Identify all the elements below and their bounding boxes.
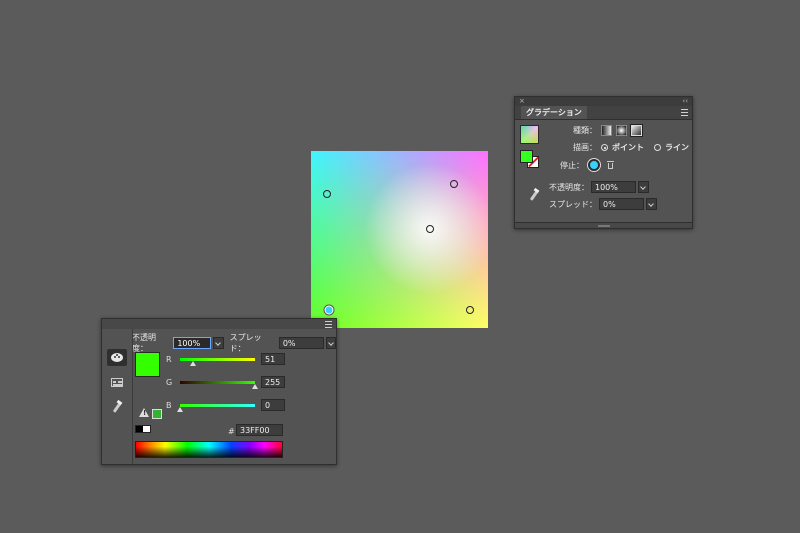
out-of-gamut-warning-icon[interactable] <box>139 408 149 417</box>
panel-menu-icon[interactable] <box>681 109 688 116</box>
opacity-dropdown[interactable] <box>638 181 649 193</box>
b-slider-thumb[interactable] <box>177 407 183 412</box>
collapse-icon[interactable]: ‹‹ <box>682 97 688 106</box>
g-label: G <box>166 378 173 387</box>
opacity-row: 不透明度： 100% <box>549 181 649 193</box>
color-mode-button[interactable] <box>107 349 127 366</box>
draw-point-label[interactable]: ポイント <box>612 142 644 153</box>
g-slider-thumb[interactable] <box>252 384 258 389</box>
spread-label: スプレッド： <box>229 333 262 353</box>
tab-gradient[interactable]: グラデーション <box>521 106 587 119</box>
stop-row: 停止： <box>560 159 614 171</box>
black-white-swatch[interactable] <box>135 425 151 433</box>
palette-icon <box>111 353 123 362</box>
eyedropper-icon <box>111 401 123 413</box>
gradient-canvas[interactable] <box>311 151 488 328</box>
gradient-point[interactable] <box>466 306 474 314</box>
stop-color-swatch[interactable] <box>588 159 600 171</box>
gradient-swatch[interactable] <box>520 125 539 144</box>
close-icon[interactable]: × <box>519 97 525 106</box>
r-input[interactable]: 51 <box>261 353 285 365</box>
draw-row: 描画： ポイント ライン <box>573 142 689 153</box>
draw-line-label[interactable]: ライン <box>665 142 689 153</box>
hex-label: # <box>228 427 235 436</box>
stop-label: 停止： <box>560 160 584 170</box>
chevron-right-icon[interactable] <box>326 337 337 349</box>
r-slider-thumb[interactable] <box>190 361 196 366</box>
gradient-point[interactable] <box>323 190 331 198</box>
eyedropper-icon[interactable] <box>528 189 540 201</box>
b-label: B <box>166 401 172 410</box>
spread-label: スプレッド： <box>549 199 597 209</box>
type-row: 種類： <box>573 124 643 137</box>
chevron-down-icon[interactable] <box>212 337 224 349</box>
current-color-swatch[interactable] <box>135 352 160 377</box>
color-panel: 不透明度： 100% スプレッド： 0% R 51 G 255 B 0 # 33… <box>101 318 337 465</box>
linear-gradient-icon[interactable] <box>601 125 612 136</box>
radial-gradient-icon[interactable] <box>616 125 627 136</box>
swatches-icon <box>111 378 123 387</box>
opacity-label: 不透明度： <box>549 182 589 192</box>
opacity-input[interactable]: 100% <box>173 337 211 349</box>
color-opacity-row: 不透明度： 100% スプレッド： 0% <box>132 332 337 354</box>
panel-tab-row: グラデーション <box>515 106 692 120</box>
color-spectrum-bar[interactable] <box>135 441 283 458</box>
panel-titlebar[interactable] <box>102 319 336 329</box>
r-label: R <box>166 355 172 364</box>
spread-row: スプレッド： 0% <box>549 198 657 210</box>
spread-dropdown[interactable] <box>646 198 657 210</box>
eyedropper-button[interactable] <box>107 398 127 415</box>
spread-input[interactable]: 0% <box>599 198 644 210</box>
panel-menu-icon[interactable] <box>325 321 332 328</box>
gradient-point-selected[interactable] <box>324 305 334 315</box>
panel-titlebar[interactable]: × ‹‹ <box>515 97 692 106</box>
type-label: 種類： <box>573 126 597 135</box>
fill-swatch[interactable] <box>520 150 533 163</box>
freeform-gradient-icon[interactable] <box>630 124 643 137</box>
gradient-point[interactable] <box>426 225 434 233</box>
color-sidebar <box>102 329 133 464</box>
hex-input[interactable]: 33FF00 <box>236 424 283 436</box>
b-slider[interactable] <box>180 404 255 407</box>
panel-resize-bar[interactable] <box>515 222 692 228</box>
opacity-input[interactable]: 100% <box>591 181 636 193</box>
b-input[interactable]: 0 <box>261 399 285 411</box>
trash-icon[interactable] <box>607 161 614 169</box>
radio-lines[interactable] <box>654 144 661 151</box>
gradient-point[interactable] <box>450 180 458 188</box>
swatches-button[interactable] <box>107 374 127 391</box>
spread-input[interactable]: 0% <box>278 337 325 349</box>
gamut-color-swatch[interactable] <box>152 409 162 419</box>
gradient-panel: × ‹‹ グラデーション 種類： 描画： ポイント ライン 停止： 不透明度： … <box>514 96 693 229</box>
g-input[interactable]: 255 <box>261 376 285 388</box>
opacity-label: 不透明度： <box>132 333 156 353</box>
g-slider[interactable] <box>180 381 255 384</box>
radio-points[interactable] <box>601 144 608 151</box>
draw-label: 描画： <box>573 143 597 152</box>
